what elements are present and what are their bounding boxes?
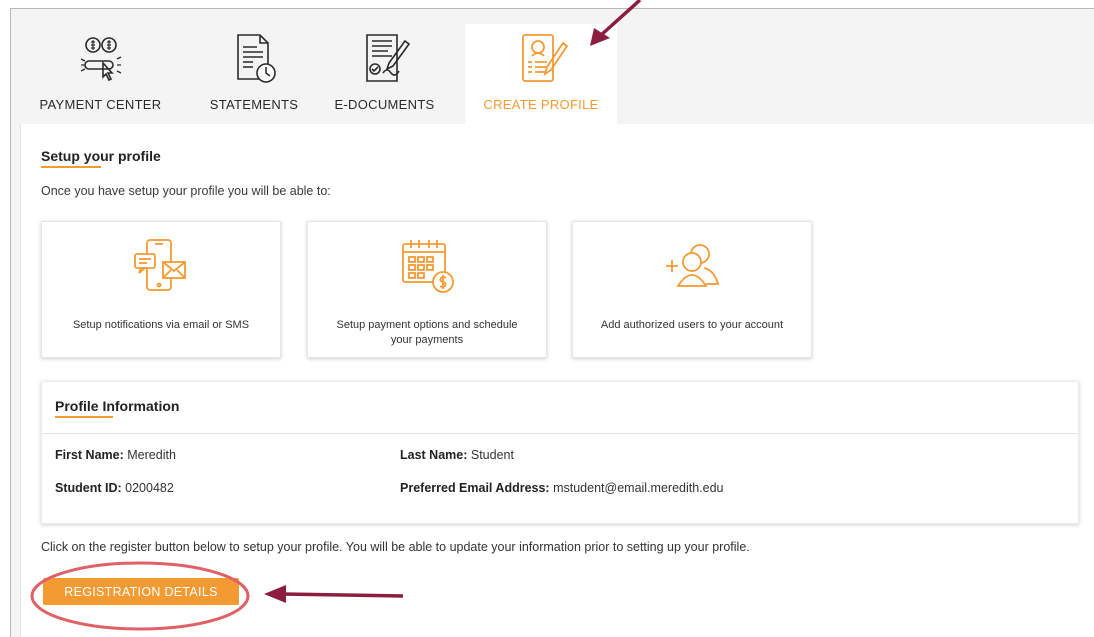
feature-text: Setup payment options and schedule your … (336, 319, 518, 346)
profile-information-box: Profile Information First Name: Meredith… (41, 381, 1079, 524)
email-field: Preferred Email Address: mstudent@email.… (400, 481, 724, 495)
feature-text: Add authorized users to your account (600, 319, 784, 331)
profile-panel: Setup your profile Once you have setup y… (20, 124, 1094, 637)
student-id-field: Student ID: 0200482 (55, 481, 174, 495)
setup-title: Setup your profile (41, 148, 161, 164)
tab-label: STATEMENTS (209, 97, 299, 112)
register-note: Click on the register button below to se… (41, 540, 750, 554)
notifications-icon (134, 239, 186, 291)
feature-card-notifications: Setup notifications via email or SMS (41, 221, 281, 358)
tab-payment-center[interactable]: PAYMENT CENTER (18, 24, 183, 124)
student-id-value: 0200482 (125, 481, 174, 495)
feature-card-authorized-users: Add authorized users to your account (572, 221, 812, 358)
feature-text: Setup notifications via email or SMS (72, 319, 250, 331)
feature-card-payments: Setup payment options and schedule your … (307, 221, 547, 358)
tab-label: PAYMENT CENTER (39, 97, 162, 112)
tab-label: CREATE PROFILE (483, 97, 599, 112)
title-underline (55, 416, 113, 418)
profile-title: Profile Information (55, 398, 180, 414)
calendar-payment-icon (402, 240, 454, 293)
setup-subtitle: Once you have setup your profile you wil… (41, 184, 331, 198)
tab-create-profile[interactable]: CREATE PROFILE (465, 24, 617, 124)
payment-center-icon (80, 37, 121, 82)
tab-statements[interactable]: STATEMENTS (200, 24, 308, 124)
last-name-field: Last Name: Student (400, 448, 514, 462)
first-name-field: First Name: Meredith (55, 448, 176, 462)
profile-header: Profile Information (42, 382, 1078, 434)
tab-label: E-DOCUMENTS (334, 97, 435, 112)
e-documents-icon (365, 34, 410, 82)
title-underline (41, 166, 101, 168)
tab-e-documents[interactable]: E-DOCUMENTS (322, 24, 447, 124)
create-profile-icon (522, 34, 569, 82)
statements-icon (237, 34, 276, 83)
email-value: mstudent@email.meredith.edu (553, 481, 724, 495)
first-name-value: Meredith (127, 448, 176, 462)
registration-details-button[interactable]: REGISTRATION DETAILS (43, 578, 239, 605)
add-users-icon (666, 244, 720, 287)
last-name-value: Student (470, 448, 514, 462)
